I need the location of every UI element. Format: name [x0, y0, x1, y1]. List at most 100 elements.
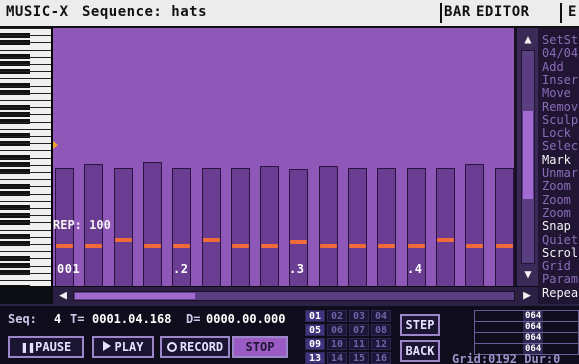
note-column[interactable]	[435, 168, 455, 286]
menu-item[interactable]: Mark	[542, 153, 571, 167]
velocity-marker[interactable]	[407, 244, 425, 248]
note-grid[interactable]: REP: 100 001 .2 .3 .4	[53, 28, 516, 286]
arrow-left-icon[interactable]: ◀	[55, 287, 71, 305]
white-key[interactable]	[0, 78, 51, 80]
velocity-marker[interactable]	[436, 238, 454, 242]
piano-keyboard[interactable]	[0, 28, 53, 286]
arrow-down-icon[interactable]: ▼	[519, 266, 537, 282]
white-key[interactable]	[0, 114, 51, 116]
track-number[interactable]: 12	[371, 338, 391, 350]
track-number[interactable]: 08	[371, 324, 391, 336]
track-number[interactable]: 06	[327, 324, 347, 336]
white-key[interactable]	[0, 222, 51, 224]
white-key[interactable]	[0, 85, 51, 87]
velocity-marker[interactable]	[290, 240, 308, 244]
velocity-marker[interactable]	[143, 244, 161, 248]
white-key[interactable]	[0, 200, 51, 202]
play-button[interactable]: PLAY	[92, 336, 154, 358]
track-number[interactable]: 07	[349, 324, 369, 336]
white-key[interactable]	[0, 258, 51, 260]
note-column[interactable]	[494, 168, 514, 286]
white-key[interactable]	[0, 215, 51, 217]
note-column[interactable]	[260, 166, 280, 286]
white-key[interactable]	[0, 193, 51, 195]
note-column[interactable]	[142, 162, 162, 286]
menu-item[interactable]: Repeat	[542, 286, 579, 300]
back-button[interactable]: BACK	[400, 340, 440, 362]
menu-item[interactable]: Zoom	[542, 180, 571, 193]
track-number[interactable]: 05	[305, 324, 325, 336]
menu-item[interactable]: Snap	[542, 220, 571, 233]
note-column[interactable]	[113, 168, 133, 286]
track-number[interactable]: 13	[305, 352, 325, 364]
record-button[interactable]: RECORD	[160, 336, 230, 358]
velocity-marker[interactable]	[378, 244, 396, 248]
white-key[interactable]	[0, 56, 51, 58]
vertical-scroll-thumb[interactable]	[523, 111, 533, 199]
note-column[interactable]	[377, 168, 397, 286]
menu-item[interactable]: 04/04	[542, 47, 578, 60]
white-key[interactable]	[0, 157, 51, 159]
white-key[interactable]	[0, 143, 51, 145]
arrow-up-icon[interactable]: ▲	[519, 31, 537, 47]
white-key[interactable]	[0, 265, 51, 267]
white-key[interactable]	[0, 128, 51, 130]
white-key[interactable]	[0, 164, 51, 166]
white-key[interactable]	[0, 150, 51, 152]
vertical-scrollbar[interactable]: ▲ ▼	[516, 28, 538, 286]
menu-item[interactable]: Scroll	[542, 246, 579, 260]
white-key[interactable]	[0, 100, 51, 101]
pause-button[interactable]: ❚❚PAUSE	[8, 336, 84, 358]
track-number[interactable]: 10	[327, 338, 347, 350]
vertical-scroll-track[interactable]	[521, 50, 535, 264]
menu-item[interactable]: Zoom	[542, 193, 571, 207]
white-key[interactable]	[0, 28, 51, 29]
arrow-right-icon[interactable]: ▶	[519, 287, 535, 305]
white-key[interactable]	[0, 49, 51, 51]
white-key[interactable]	[0, 236, 51, 238]
menu-item[interactable]: Zoom	[542, 206, 571, 220]
menu-item[interactable]: Move	[542, 87, 571, 100]
velocity-marker[interactable]	[319, 244, 337, 248]
track-number[interactable]: 04	[371, 310, 391, 322]
horizontal-scroll-track[interactable]	[73, 291, 515, 301]
velocity-marker[interactable]	[173, 244, 191, 248]
velocity-marker[interactable]	[466, 244, 484, 248]
white-key[interactable]	[0, 136, 51, 137]
menu-item[interactable]: Lock	[542, 127, 571, 140]
white-key[interactable]	[0, 71, 51, 73]
track-number[interactable]: 16	[371, 352, 391, 364]
black-key[interactable]	[0, 284, 30, 286]
track-number[interactable]: 11	[349, 338, 369, 350]
velocity-marker[interactable]	[202, 238, 220, 242]
white-key[interactable]	[0, 272, 51, 274]
white-key[interactable]	[0, 251, 51, 253]
horizontal-scrollbar[interactable]: ◀ ▶	[53, 286, 538, 304]
track-number[interactable]: 03	[349, 310, 369, 322]
menu-item[interactable]: SetSt	[542, 34, 578, 47]
track-number[interactable]: 02	[327, 310, 347, 322]
velocity-marker[interactable]	[261, 244, 279, 248]
track-number[interactable]: 09	[305, 338, 325, 350]
white-key[interactable]	[0, 121, 51, 123]
menu-item[interactable]: Select	[542, 140, 579, 153]
white-key[interactable]	[0, 35, 51, 37]
white-key[interactable]	[0, 186, 51, 188]
editor-label[interactable]: EDITOR	[476, 4, 530, 20]
white-key[interactable]	[0, 179, 51, 181]
menu-item[interactable]: Unmark	[542, 167, 579, 180]
white-key[interactable]	[0, 42, 51, 44]
velocity-marker[interactable]	[114, 238, 132, 242]
velocity-marker[interactable]	[56, 244, 73, 248]
velocity-marker[interactable]	[349, 244, 366, 248]
note-column[interactable]	[465, 164, 485, 286]
menu-item[interactable]: Add	[542, 60, 564, 74]
horizontal-scroll-thumb[interactable]	[75, 293, 195, 299]
menu-item[interactable]: Quiet	[542, 233, 578, 247]
white-key[interactable]	[0, 64, 51, 65]
menu-item[interactable]: Remove	[542, 100, 579, 114]
white-key[interactable]	[0, 172, 51, 173]
track-number[interactable]: 15	[349, 352, 369, 364]
menu-item[interactable]: Sculpt	[542, 113, 579, 127]
track-number[interactable]: 01	[305, 310, 325, 322]
